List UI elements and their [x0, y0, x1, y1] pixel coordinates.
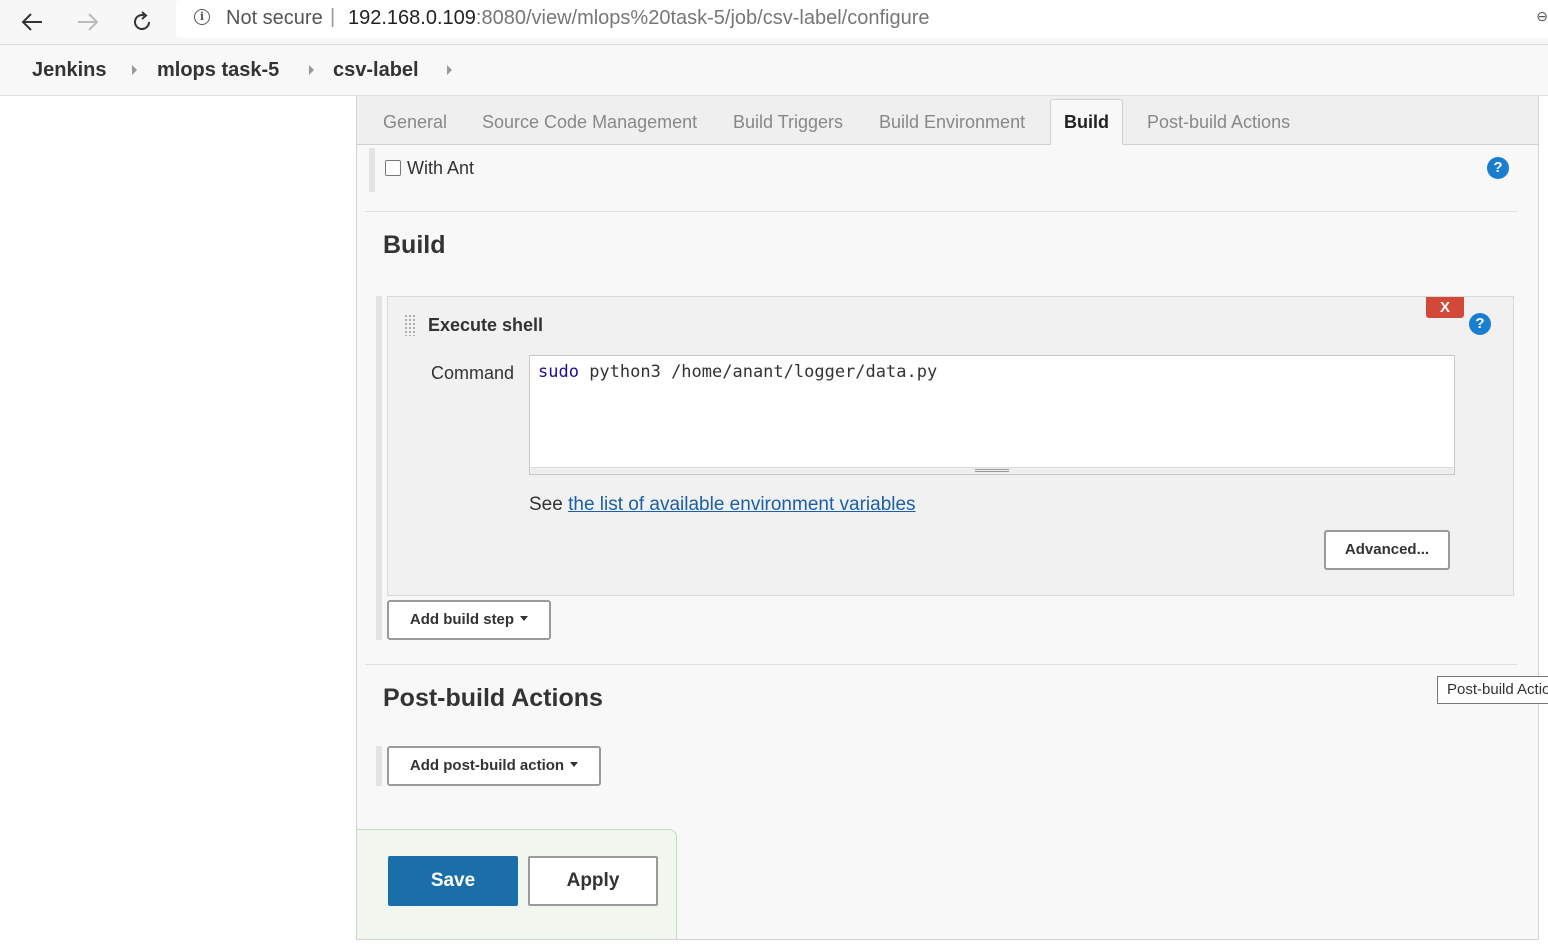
command-text: sudo python3 /home/anant/logger/data.py: [538, 362, 937, 382]
reload-icon: [134, 11, 150, 30]
url-path: :8080/view/mlops%20task-5/job/csv-label/…: [475, 7, 930, 29]
dropdown-caret-icon: [570, 761, 579, 767]
step-title: Execute shell: [428, 315, 544, 335]
command-keyword: sudo: [538, 362, 579, 382]
command-textarea[interactable]: sudo python3 /home/anant/logger/data.py: [529, 355, 1455, 475]
section-indent-bar: [369, 148, 375, 192]
tab-build[interactable]: Build: [1050, 99, 1123, 145]
back-button[interactable]: [16, 6, 48, 38]
env-vars-hint: See the list of available environment va…: [529, 494, 916, 516]
security-label: Not secure: [226, 7, 323, 29]
add-post-build-action-label: Add post-build action: [409, 757, 565, 774]
forward-arrow-icon: [78, 13, 99, 31]
textarea-resize-handle[interactable]: [530, 467, 1454, 474]
build-section-title: Build: [383, 231, 446, 259]
tab-general[interactable]: General: [383, 112, 447, 133]
execute-shell-step: Execute shell X ? Command sudo python3 /…: [387, 296, 1514, 596]
tab-tooltip: Post-build Actions: [1437, 676, 1548, 704]
forward-button[interactable]: [72, 6, 104, 38]
breadcrumb-arrow-icon[interactable]: [132, 65, 137, 75]
zoom-icon[interactable]: ⊖: [1536, 8, 1548, 25]
breadcrumb: Jenkins mlops task-5 csv-label: [0, 45, 1548, 96]
with-ant-help-icon[interactable]: ?: [1487, 157, 1509, 179]
command-rest: python3 /home/anant/logger/data.py: [578, 362, 938, 382]
dropdown-caret-icon: [520, 615, 529, 621]
env-vars-prefix: See: [529, 494, 569, 515]
breadcrumb-jenkins[interactable]: Jenkins: [32, 59, 106, 82]
breadcrumb-job[interactable]: csv-label: [333, 59, 419, 82]
tab-post-build-actions[interactable]: Post-build Actions: [1147, 112, 1290, 133]
apply-button[interactable]: Apply: [528, 856, 658, 906]
section-divider: [365, 664, 1517, 665]
back-arrow-icon: [21, 13, 42, 31]
section-divider: [365, 211, 1517, 212]
address-separator: |: [330, 6, 336, 28]
post-build-indent-bar: [376, 746, 382, 786]
config-tabbar: General Source Code Management Build Tri…: [357, 96, 1538, 145]
form-actions-panel: Save Apply: [357, 829, 677, 939]
tab-build-triggers[interactable]: Build Triggers: [733, 112, 843, 133]
advanced-button[interactable]: Advanced...: [1324, 530, 1450, 570]
resize-grip-icon: [975, 469, 1009, 472]
tab-build-environment[interactable]: Build Environment: [879, 112, 1025, 133]
tab-source-code-management[interactable]: Source Code Management: [482, 112, 697, 133]
job-config-form: General Source Code Management Build Tri…: [356, 96, 1539, 940]
add-post-build-action-button[interactable]: Add post-build action: [387, 746, 601, 786]
with-ant-checkbox[interactable]: [385, 160, 401, 176]
build-steps-indent-bar: [376, 296, 382, 640]
execute-shell-help-icon[interactable]: ?: [1469, 313, 1491, 335]
save-button[interactable]: Save: [388, 856, 518, 906]
add-build-step-button[interactable]: Add build step: [387, 600, 551, 640]
url-text[interactable]: 192.168.0.109:8080/view/mlops%20task-5/j…: [348, 7, 929, 30]
reload-button[interactable]: [126, 6, 158, 38]
delete-step-button[interactable]: X: [1426, 297, 1464, 318]
url-host: 192.168.0.109: [348, 7, 476, 29]
drag-handle-icon[interactable]: [404, 314, 416, 336]
breadcrumb-arrow-icon[interactable]: [447, 65, 452, 75]
breadcrumb-view[interactable]: mlops task-5: [157, 59, 279, 82]
browser-toolbar: i Not secure | 192.168.0.109:8080/view/m…: [0, 0, 1548, 45]
add-build-step-label: Add build step: [409, 611, 515, 628]
command-label: Command: [431, 363, 515, 383]
info-icon[interactable]: i: [194, 9, 210, 25]
with-ant-label[interactable]: With Ant: [407, 158, 474, 179]
post-build-section-title: Post-build Actions: [383, 684, 603, 712]
breadcrumb-arrow-icon[interactable]: [309, 65, 314, 75]
address-bar[interactable]: i Not secure | 192.168.0.109:8080/view/m…: [176, 0, 1548, 38]
env-vars-link[interactable]: the list of available environment variab…: [568, 494, 915, 515]
